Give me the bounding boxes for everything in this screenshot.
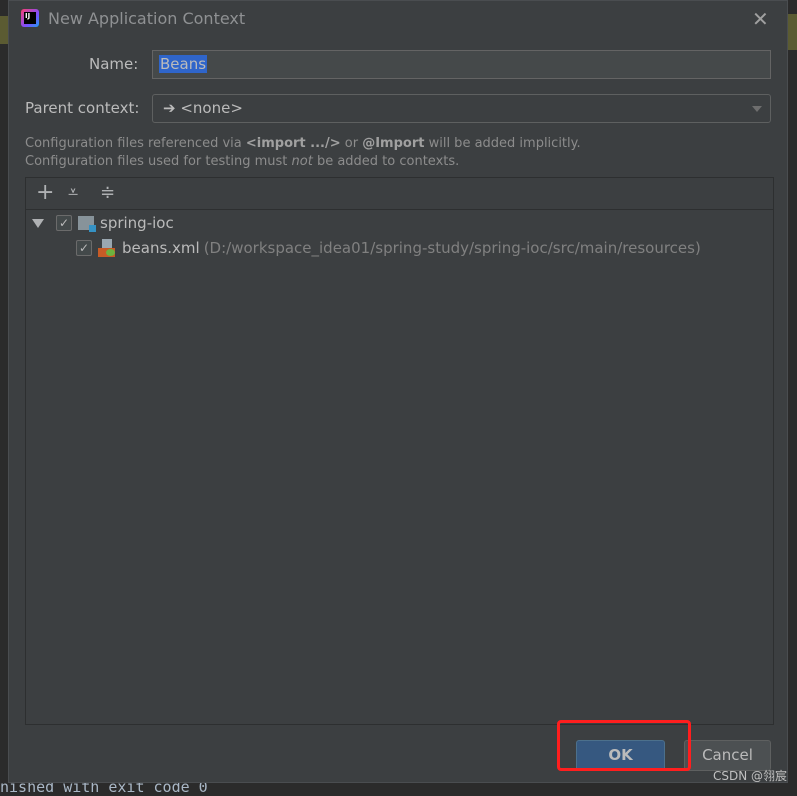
spring-ioc-checkbox[interactable]: ✓ [56,215,72,231]
tree-item-beans-xml[interactable]: ✓ beans.xml (D:/workspace_idea01/spring-… [76,239,701,257]
close-icon[interactable]: ✕ [752,7,769,31]
background-editor-highlight [788,14,797,50]
parent-context-dropdown[interactable]: ➔ <none> [152,94,771,123]
watermark: CSDN @翎宸 [713,769,788,783]
spring-ioc-label: spring-ioc [100,214,174,232]
parent-context-label: Parent context: [25,99,140,117]
add-icon[interactable]: + [36,180,54,205]
new-application-context-dialog: IJ New Application Context ✕ Name: Beans… [8,0,788,783]
background-editor-highlight [0,16,8,44]
module-folder-icon [78,216,96,232]
name-input[interactable]: Beans [152,50,771,79]
info-line-1: Configuration files referenced via <impo… [25,136,581,151]
expand-triangle-icon[interactable] [32,218,44,228]
panel-toolbar: + ⩡ ≑ [26,178,773,210]
arrow-right-icon: ➔ [163,99,176,117]
collapse-all-icon[interactable]: ≑ [100,182,115,203]
name-value: Beans [159,55,208,73]
expand-all-icon[interactable]: ⩡ [68,182,78,203]
spring-xml-file-icon [98,239,116,257]
beans-xml-label: beans.xml [122,239,200,257]
config-files-panel: + ⩡ ≑ ✓ spring-ioc ✓ beans.xml (D:/works… [25,177,774,725]
chevron-down-icon [752,106,762,112]
name-label: Name: [89,55,139,73]
dialog-title: New Application Context [48,9,246,28]
highlight-annotation-box [557,720,691,771]
info-line-2: Configuration files used for testing mus… [25,154,460,169]
beans-xml-path: (D:/workspace_idea01/spring-study/spring… [203,239,701,257]
intellij-logo-icon: IJ [21,9,39,27]
parent-context-value: <none> [180,99,243,117]
tree-item-spring-ioc[interactable]: ✓ spring-ioc [32,214,174,232]
beans-xml-checkbox[interactable]: ✓ [76,240,92,256]
